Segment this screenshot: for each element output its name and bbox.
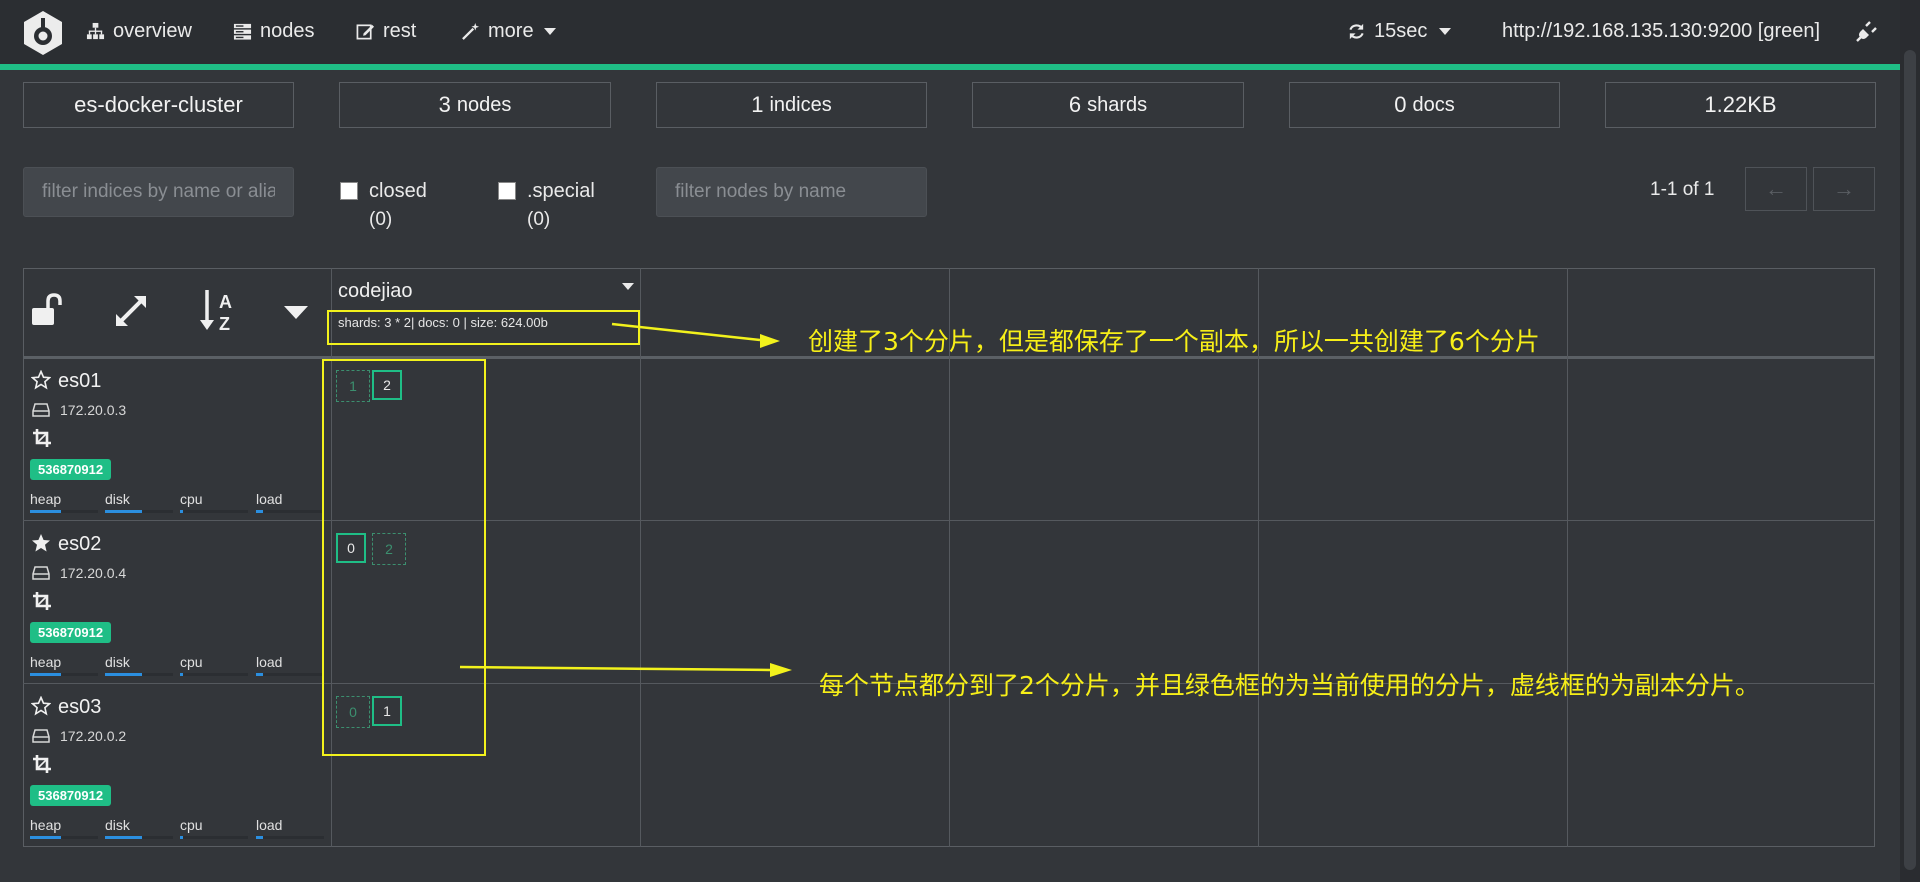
annotation-note-nodes: 每个节点都分到了2个分片，并且绿色框的为当前使用的分片，虚线框的为副本分片。 [819, 671, 1760, 700]
annotation-arrows [459, 322, 792, 677]
annotation-note-shards: 创建了3个分片，但是都保存了一个副本，所以一共创建了6个分片 [808, 327, 1540, 356]
